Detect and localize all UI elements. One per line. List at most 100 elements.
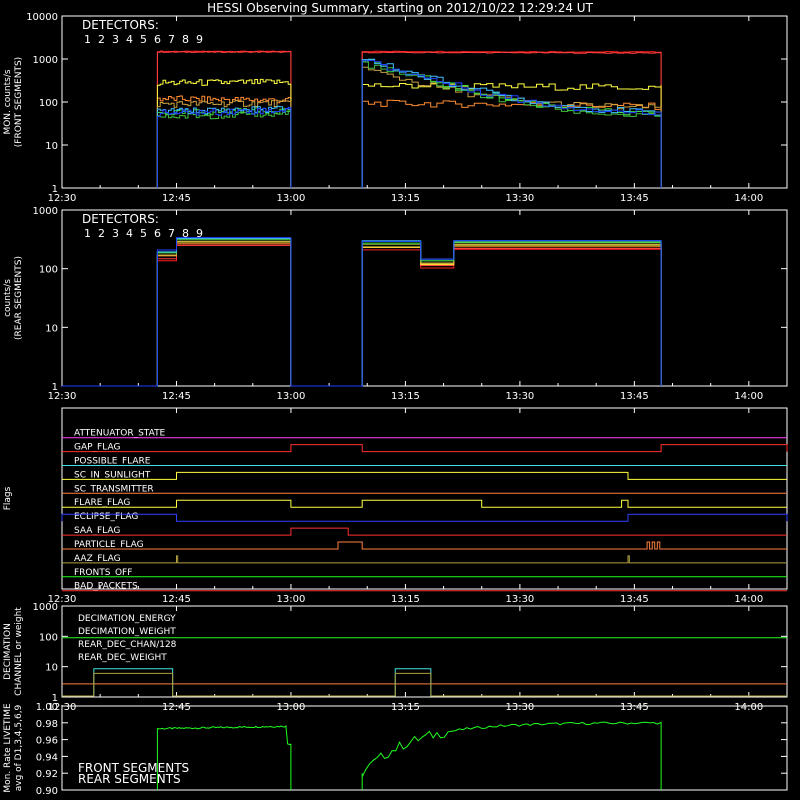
front-series-2: [156, 51, 662, 188]
y-tick-label-front: 1000: [33, 55, 58, 66]
flag-label-saa_flag: SAA_FLAG: [74, 526, 120, 536]
flag-line-saa_flag: [62, 527, 787, 536]
x-tick-label-rear: 13:45: [620, 391, 649, 402]
legend-entry-rear-2: 2: [98, 227, 105, 240]
y-axis-label-front: MON. counts/s: [3, 69, 13, 134]
flag-line-sc_in_sunlight: [62, 471, 787, 480]
legend-entry-rear-5: 5: [140, 227, 147, 240]
figure: 12:30 12:45 13:00 13:15 13:30 13:45 14:0011010…: [3, 12, 788, 797]
y-axis-label-flags: Flags: [3, 486, 13, 510]
flag-label-gap_flag: GAP_FLAG: [74, 443, 120, 453]
x-tick-label-decimation: 13:30: [505, 702, 534, 713]
x-tick-label-decimation: 13:15: [391, 702, 420, 713]
y-axis-label-rear: counts/s: [3, 279, 13, 317]
flag-label-possible_flare: POSSIBLE_FLARE: [74, 456, 151, 466]
x-tick-label-flags: 13:45: [620, 594, 649, 605]
y-axis-label-livetime: avg of D1,3,4,5,6,9: [14, 704, 24, 791]
legend-title-rear: DETECTORS:: [82, 212, 159, 226]
x-tick-label-front: 13:30: [505, 193, 534, 204]
flag-label-particle_flag: PARTICLE_FLAG: [74, 540, 144, 550]
legend-title-front: DETECTORS:: [82, 18, 159, 32]
rear-series-6: [62, 238, 662, 387]
y-axis-label-decimation: DECIMATION: [3, 623, 13, 680]
rear-series-7: [62, 239, 662, 387]
legend-entry-front-6: 6: [154, 33, 161, 46]
x-tick-label-front: 12:45: [162, 193, 191, 204]
y-tick-label-front: 10000: [26, 12, 58, 23]
legend-entry-rear-8: 8: [182, 227, 189, 240]
rear-series-5: [62, 240, 662, 387]
x-tick-label-rear: 12:45: [162, 391, 191, 402]
x-tick-label-flags: 12:45: [162, 594, 191, 605]
rear-series-8: [62, 237, 662, 387]
flag-line-eclipse_flag: [61, 513, 788, 522]
y-tick-label-livetime: 1.00: [36, 702, 58, 713]
x-tick-label-decimation: 12:45: [162, 702, 191, 713]
rear-series-1: [62, 244, 662, 387]
legend-entry-rear-4: 4: [126, 227, 133, 240]
x-tick-label-front: 13:00: [277, 193, 306, 204]
legend-entry-front-2: 2: [98, 33, 105, 46]
y-tick-label-decimation: 1000: [33, 602, 58, 613]
legend-entry-rear-9: 9: [196, 227, 203, 240]
x-tick-label-front: 13:45: [620, 193, 649, 204]
y-tick-label-livetime: 0.92: [36, 769, 58, 780]
rear-series-9: [62, 237, 662, 387]
decimation-series-2: [62, 668, 787, 697]
flag-label-attenuator_state: ATTENUATOR_STATE: [74, 429, 166, 439]
legend-entry-front-8: 8: [182, 33, 189, 46]
y-tick-label-livetime: 0.94: [36, 752, 58, 763]
legend-entry-front-9: 9: [196, 33, 203, 46]
x-tick-label-flags: 13:00: [277, 594, 306, 605]
x-tick-label-decimation: 13:45: [620, 702, 649, 713]
y-tick-label-livetime: 0.96: [36, 736, 58, 747]
legend-entry-front-7: 7: [168, 33, 175, 46]
legend-entry-rear-7: 7: [168, 227, 175, 240]
y-tick-label-decimation: 100: [39, 632, 58, 643]
legend-entry-rear-3: 3: [112, 227, 119, 240]
legend-entry-rear-6: 6: [154, 227, 161, 240]
flag-line-flare_flag: [62, 499, 787, 508]
legend-entry-rear-1: 1: [84, 227, 91, 240]
x-tick-label-front: 14:00: [734, 193, 763, 204]
legend-entry-front-1: 1: [84, 33, 91, 46]
plot-frame-flags: [61, 407, 788, 590]
x-tick-label-decimation: 13:00: [277, 702, 306, 713]
y-tick-label-livetime: 0.90: [36, 786, 58, 797]
y-tick-label-front: 10: [45, 141, 58, 152]
flag-line-particle_flag: [62, 541, 787, 550]
front-series-4: [156, 78, 662, 188]
y-tick-label-decimation: 10: [45, 663, 58, 674]
x-tick-label-front: 13:15: [391, 193, 420, 204]
flag-line-aaz_flag: [62, 555, 787, 564]
flag-label-eclipse_flag: ECLIPSE_FLAG: [74, 512, 138, 522]
x-tick-label-flags: 13:15: [391, 594, 420, 605]
y-axis-label-livetime: Mon. Rate LIVETIME: [3, 703, 13, 793]
x-tick-label-rear: 13:30: [505, 391, 534, 402]
y-tick-label-livetime: 0.98: [36, 719, 58, 730]
y-tick-label-rear: 100: [39, 265, 58, 276]
front-series-8: [156, 58, 662, 188]
rear-series-3: [62, 243, 662, 387]
legend-entry-livetime-rear: REAR SEGMENTS: [78, 772, 181, 786]
x-tick-label-flags: 13:30: [505, 594, 534, 605]
x-tick-label-rear: 13:00: [277, 391, 306, 402]
x-tick-label-decimation: 14:00: [734, 702, 763, 713]
livetime-front-series: [156, 721, 662, 790]
legend-entry-front-3: 3: [112, 33, 119, 46]
legend-entry-decimation-0: DECIMATION_ENERGY: [78, 614, 176, 624]
x-tick-label-rear: 13:15: [391, 391, 420, 402]
y-axis-label-decimation: CHANNEL or weight: [14, 607, 24, 696]
y-axis-label-front: (FRONT SEGMENTS): [14, 57, 24, 147]
x-tick-label-rear: 14:00: [734, 391, 763, 402]
y-tick-label-rear: 1: [52, 382, 58, 393]
rear-series-4: [62, 241, 662, 387]
y-tick-label-rear: 1000: [33, 206, 58, 217]
rear-series-2: [62, 244, 662, 387]
legend-entry-front-4: 4: [126, 33, 133, 46]
legend-entry-front-5: 5: [140, 33, 147, 46]
y-tick-label-front: 1: [52, 184, 58, 195]
decimation-series-3: [62, 672, 787, 697]
x-tick-label-flags: 14:00: [734, 594, 763, 605]
legend-entry-decimation-1: DECIMATION_WEIGHT: [78, 627, 176, 637]
